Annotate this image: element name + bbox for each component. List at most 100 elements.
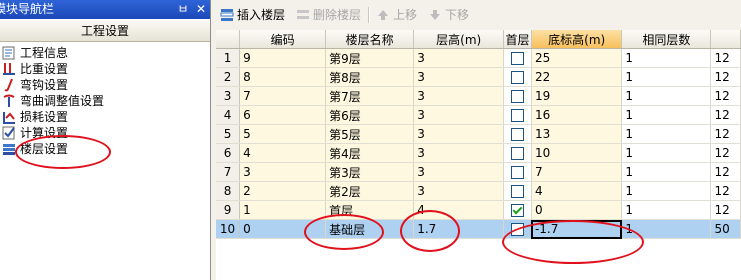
cell-floor-height[interactable]: 3 xyxy=(413,86,505,106)
cell-floor-height[interactable]: 3 xyxy=(413,105,505,125)
first-floor-checkbox[interactable] xyxy=(511,52,525,65)
cell-extra[interactable]: 12 xyxy=(710,105,741,125)
cell-extra[interactable]: 12 xyxy=(710,200,741,220)
first-floor-checkbox[interactable] xyxy=(511,166,525,179)
cell-same-floor-count[interactable]: 1 xyxy=(621,124,712,144)
table-row[interactable]: 1 9 第9层 3 25 1 12 xyxy=(216,48,741,68)
table-row[interactable]: 4 6 第6层 3 16 1 12 xyxy=(216,105,741,125)
first-floor-checkbox-checked[interactable] xyxy=(511,204,525,217)
cell-code[interactable]: 9 xyxy=(239,48,327,68)
cell-floor-height[interactable]: 3 xyxy=(413,124,505,144)
cell-bottom-elevation[interactable]: 16 xyxy=(531,105,623,125)
tab-project-settings[interactable]: 工程设置 xyxy=(0,20,210,42)
cell-first-floor[interactable] xyxy=(503,162,532,182)
cell-extra[interactable]: 12 xyxy=(710,86,741,106)
cell-bottom-elevation[interactable]: 25 xyxy=(531,48,623,68)
tree-item-hook[interactable]: 弯钩设置 xyxy=(0,77,210,93)
cell-floor-name[interactable]: 第2层 xyxy=(325,181,415,201)
cell-floor-height[interactable]: 3 xyxy=(413,181,505,201)
cell-first-floor[interactable] xyxy=(503,67,532,87)
cell-same-floor-count[interactable]: 1 xyxy=(621,67,712,87)
row-number[interactable]: 3 xyxy=(216,86,241,106)
cell-extra[interactable]: 12 xyxy=(710,124,741,144)
cell-bottom-elevation[interactable]: 0 xyxy=(531,200,623,220)
cell-code[interactable]: 2 xyxy=(239,181,327,201)
table-row[interactable]: 9 1 首层 4 0 1 12 xyxy=(216,200,741,220)
table-row-selected[interactable]: 10 0 基础层 1.7 -1.7 1 50 xyxy=(216,219,741,239)
first-floor-checkbox[interactable] xyxy=(511,147,525,160)
row-number[interactable]: 2 xyxy=(216,67,241,87)
cell-same-floor-count[interactable]: 1 xyxy=(621,48,712,68)
table-row[interactable]: 2 8 第8层 3 22 1 12 xyxy=(216,67,741,87)
cell-code[interactable]: 6 xyxy=(239,105,327,125)
first-floor-checkbox[interactable] xyxy=(511,128,525,141)
pin-icon[interactable]: ㅂ xyxy=(176,0,190,19)
cell-floor-height[interactable]: 3 xyxy=(413,48,505,68)
cell-floor-height[interactable]: 3 xyxy=(413,143,505,163)
row-number[interactable]: 8 xyxy=(216,181,241,201)
cell-same-floor-count[interactable]: 1 xyxy=(621,86,712,106)
cell-code[interactable]: 4 xyxy=(239,143,327,163)
cell-first-floor[interactable] xyxy=(503,124,532,144)
cell-code[interactable]: 8 xyxy=(239,67,327,87)
tree-item-density[interactable]: 比重设置 xyxy=(0,61,210,77)
column-header-floor-name[interactable]: 楼层名称 xyxy=(325,30,415,49)
first-floor-checkbox[interactable] xyxy=(511,109,525,122)
cell-same-floor-count[interactable]: 1 xyxy=(621,105,712,125)
cell-bottom-elevation[interactable]: 7 xyxy=(531,162,623,182)
column-header-first-floor[interactable]: 首层 xyxy=(503,30,532,49)
row-number[interactable]: 5 xyxy=(216,124,241,144)
column-header-floor-height[interactable]: 层高(m) xyxy=(413,30,505,49)
cell-bottom-elevation[interactable]: 10 xyxy=(531,143,623,163)
tree-item-project-info[interactable]: 工程信息 xyxy=(0,45,210,61)
cell-first-floor[interactable] xyxy=(503,86,532,106)
cell-extra[interactable]: 12 xyxy=(710,162,741,182)
cell-extra[interactable]: 12 xyxy=(710,48,741,68)
row-number[interactable]: 10 xyxy=(216,219,241,239)
cell-code[interactable]: 1 xyxy=(239,200,327,220)
cell-floor-name[interactable]: 第9层 xyxy=(325,48,415,68)
cell-code[interactable]: 7 xyxy=(239,86,327,106)
cell-same-floor-count[interactable]: 1 xyxy=(621,181,712,201)
first-floor-checkbox[interactable] xyxy=(511,90,525,103)
table-row[interactable]: 3 7 第7层 3 19 1 12 xyxy=(216,86,741,106)
column-header-code[interactable]: 编码 xyxy=(239,30,327,49)
cell-floor-name[interactable]: 第3层 xyxy=(325,162,415,182)
cell-extra[interactable]: 12 xyxy=(710,143,741,163)
first-floor-checkbox[interactable] xyxy=(511,71,525,84)
cell-first-floor[interactable] xyxy=(503,181,532,201)
table-row[interactable]: 8 2 第2层 3 4 1 12 xyxy=(216,181,741,201)
cell-first-floor[interactable] xyxy=(503,48,532,68)
column-header-bottom-elevation[interactable]: 底标高(m) xyxy=(531,30,623,49)
column-header-extra[interactable] xyxy=(710,30,741,49)
cell-floor-name[interactable]: 第4层 xyxy=(325,143,415,163)
cell-same-floor-count[interactable]: 1 xyxy=(621,162,712,182)
cell-bottom-elevation[interactable]: 22 xyxy=(531,67,623,87)
cell-code[interactable]: 3 xyxy=(239,162,327,182)
cell-floor-height[interactable]: 3 xyxy=(413,162,505,182)
row-number[interactable]: 6 xyxy=(216,143,241,163)
cell-floor-name[interactable]: 第7层 xyxy=(325,86,415,106)
close-icon[interactable]: ✕ xyxy=(194,0,208,19)
cell-bottom-elevation[interactable]: 19 xyxy=(531,86,623,106)
table-row[interactable]: 6 4 第4层 3 10 1 12 xyxy=(216,143,741,163)
cell-floor-name[interactable]: 第5层 xyxy=(325,124,415,144)
cell-code[interactable]: 5 xyxy=(239,124,327,144)
cell-floor-name[interactable]: 第8层 xyxy=(325,67,415,87)
row-number[interactable]: 4 xyxy=(216,105,241,125)
first-floor-checkbox[interactable] xyxy=(511,185,525,198)
row-number[interactable]: 7 xyxy=(216,162,241,182)
cell-same-floor-count[interactable]: 1 xyxy=(621,200,712,220)
row-number[interactable]: 9 xyxy=(216,200,241,220)
cell-extra[interactable]: 12 xyxy=(710,67,741,87)
cell-bottom-elevation[interactable]: 13 xyxy=(531,124,623,144)
cell-bottom-elevation[interactable]: 4 xyxy=(531,181,623,201)
row-number[interactable]: 1 xyxy=(216,48,241,68)
cell-same-floor-count[interactable]: 1 xyxy=(621,143,712,163)
cell-extra[interactable]: 50 xyxy=(710,219,741,239)
cell-first-floor[interactable] xyxy=(503,200,532,220)
cell-floor-height[interactable]: 3 xyxy=(413,67,505,87)
tree-item-loss[interactable]: 损耗设置 xyxy=(0,109,210,125)
table-row[interactable]: 5 5 第5层 3 13 1 12 xyxy=(216,124,741,144)
tree-item-bend-adjust[interactable]: 弯曲调整值设置 xyxy=(0,93,210,109)
